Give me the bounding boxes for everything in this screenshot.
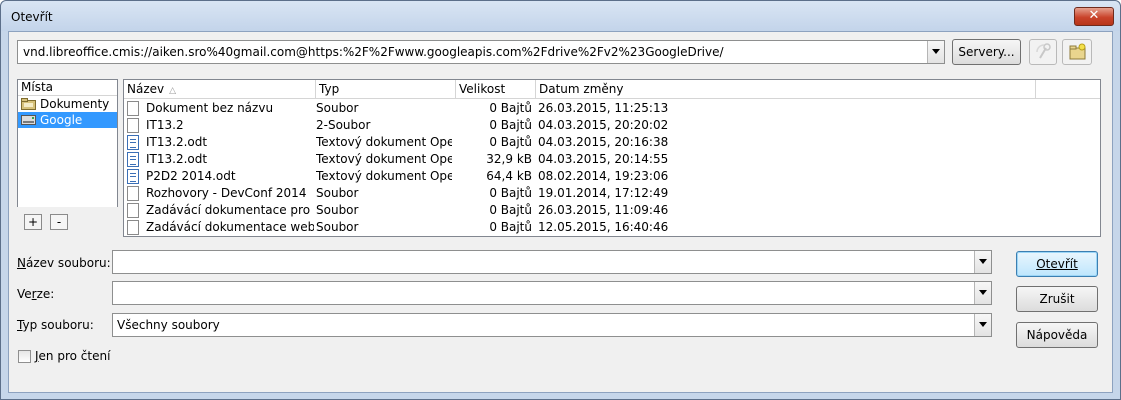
file-type: Soubor xyxy=(316,101,359,115)
location-combobox[interactable]: vnd.libreoffice.cmis://aiken.sro%40gmail… xyxy=(17,40,945,64)
version-label: Verze: xyxy=(17,287,55,301)
file-type: Soubor xyxy=(316,186,359,200)
file-size: 32,9 kB xyxy=(486,152,532,166)
version-dropdown-arrow-icon[interactable] xyxy=(974,282,991,304)
connect-to-server-icon xyxy=(1036,43,1051,59)
file-modified: 04.03.2015, 20:20:02 xyxy=(538,118,669,132)
file-list-header: Název △ Typ Velikost Datum změny xyxy=(124,80,1100,99)
cancel-button[interactable]: Zrušit xyxy=(1016,286,1098,312)
file-row[interactable]: Rozhovory - DevConf 2014 Soubor 0 Bajtů 19.… xyxy=(124,185,1100,202)
file-type: Textový dokument Open xyxy=(316,169,452,183)
file-row[interactable]: P2D2 2014.odt Textový dokument Open 64,4 k… xyxy=(124,168,1100,185)
filetype-value: Všechny soubory xyxy=(117,318,220,332)
column-header-type[interactable]: Typ xyxy=(316,80,456,99)
column-header-size[interactable]: Velikost xyxy=(456,80,536,99)
file-type: Textový dokument Open xyxy=(316,135,452,149)
file-name: Zadávácí dokumentace pro W xyxy=(146,203,314,217)
places-toolbar: + - xyxy=(17,207,118,237)
file-modified: 08.02.2014, 19:23:06 xyxy=(538,169,669,183)
help-button-label: Nápověda xyxy=(1026,328,1088,342)
filename-label: Název souboru: xyxy=(17,256,111,270)
file-size: 0 Bajtů xyxy=(489,101,532,115)
file-modified: 26.03.2015, 11:25:13 xyxy=(538,101,669,115)
file-row[interactable]: IT13.2.odt Textový dokument Open 32,9 kB 04… xyxy=(124,151,1100,168)
filename-dropdown-arrow-icon[interactable] xyxy=(974,251,991,273)
file-modified: 12.05.2015, 16:40:46 xyxy=(538,220,669,234)
file-modified: 04.03.2015, 20:14:55 xyxy=(538,152,669,166)
file-icon xyxy=(127,203,139,218)
file-modified: 19.01.2014, 17:12:49 xyxy=(538,186,669,200)
servers-button-label: Servery... xyxy=(958,45,1015,59)
file-row[interactable]: IT13.2.odt Textový dokument Open 0 Bajtů 04… xyxy=(124,134,1100,151)
filetype-label: Typ souboru: xyxy=(17,318,94,332)
filename-combobox[interactable] xyxy=(112,250,992,274)
file-icon xyxy=(127,118,139,133)
readonly-label[interactable]: Jen pro čtení xyxy=(35,349,110,363)
remove-place-button[interactable]: - xyxy=(50,214,68,230)
file-name: Dokument bez názvu xyxy=(146,101,274,115)
new-folder-button[interactable] xyxy=(1062,39,1092,65)
help-button[interactable]: Nápověda xyxy=(1016,322,1098,348)
file-type: Soubor xyxy=(316,203,359,217)
cancel-button-label: Zrušit xyxy=(1039,292,1075,306)
file-row[interactable]: Dokument bez názvu Soubor 0 Bajtů 26.03.201… xyxy=(124,100,1100,117)
file-size: 0 Bajtů xyxy=(489,220,532,234)
file-name: Rozhovory - DevConf 2014 xyxy=(146,186,307,200)
file-name: P2D2 2014.odt xyxy=(146,169,236,183)
version-combobox[interactable] xyxy=(112,281,992,305)
readonly-checkbox[interactable] xyxy=(18,350,31,363)
file-icon xyxy=(127,101,139,116)
file-type: Textový dokument Open xyxy=(316,152,452,166)
file-modified: 26.03.2015, 11:09:46 xyxy=(538,203,669,217)
dialog-body: vnd.libreoffice.cmis://aiken.sro%40gmail… xyxy=(8,31,1113,393)
file-name: Zadávácí dokumentace web xyxy=(146,220,314,234)
place-item-dokumenty[interactable]: Dokumenty xyxy=(18,96,117,112)
column-header-name[interactable]: Název △ xyxy=(124,80,316,99)
places-header: Místa xyxy=(18,80,117,96)
file-size: 0 Bajtů xyxy=(489,135,532,149)
file-type: Soubor xyxy=(316,220,359,234)
place-label: Dokumenty xyxy=(40,97,110,111)
file-list: Název △ Typ Velikost Datum změny Dokument… xyxy=(123,79,1101,237)
add-place-button[interactable]: + xyxy=(24,214,42,230)
file-size: 0 Bajtů xyxy=(489,186,532,200)
file-size: 0 Bajtů xyxy=(489,118,532,132)
sort-ascending-icon: △ xyxy=(169,86,177,96)
servers-button[interactable]: Servery... xyxy=(952,39,1021,65)
title-bar[interactable]: Otevřít ✕ xyxy=(1,1,1120,31)
file-icon xyxy=(127,186,139,201)
folder-icon xyxy=(21,98,36,110)
file-name: IT13.2.odt xyxy=(146,152,208,166)
close-button[interactable]: ✕ xyxy=(1074,7,1114,26)
document-icon xyxy=(127,152,139,167)
new-folder-icon xyxy=(1069,43,1086,60)
file-name: IT13.2 xyxy=(146,118,184,132)
file-size: 0 Bajtů xyxy=(489,203,532,217)
column-header-modified[interactable]: Datum změny xyxy=(536,80,1036,99)
filetype-dropdown-arrow-icon[interactable] xyxy=(974,314,991,336)
file-size: 64,4 kB xyxy=(486,169,532,183)
file-row[interactable]: IT13.2 2-Soubor 0 Bajtů 04.03.2015, 20:20:0… xyxy=(124,117,1100,134)
file-modified: 04.03.2015, 20:16:38 xyxy=(538,135,669,149)
file-row[interactable]: Zadávácí dokumentace web Soubor 0 Bajtů 12.… xyxy=(124,219,1100,236)
open-button-label: Otevřít xyxy=(1036,257,1078,271)
file-icon xyxy=(127,220,139,235)
document-icon xyxy=(127,135,139,150)
connect-server-button[interactable] xyxy=(1029,39,1057,65)
file-row[interactable]: Zadávácí dokumentace pro W Soubor 0 Bajtů 2… xyxy=(124,202,1100,219)
column-name-label: Název xyxy=(127,82,165,96)
filetype-combobox[interactable]: Všechny soubory xyxy=(112,313,992,337)
location-url[interactable]: vnd.libreoffice.cmis://aiken.sro%40gmail… xyxy=(23,45,724,59)
file-name: IT13.2.odt xyxy=(146,135,208,149)
drive-icon xyxy=(21,115,36,125)
open-button[interactable]: Otevřít xyxy=(1016,251,1098,277)
location-dropdown-arrow-icon[interactable] xyxy=(927,41,944,63)
document-icon xyxy=(127,169,139,184)
window-title: Otevřít xyxy=(11,10,53,24)
file-type: 2-Soubor xyxy=(316,118,371,132)
open-dialog: Otevřít ✕ vnd.libreoffice.cmis://aiken.s… xyxy=(0,0,1121,400)
place-label: Google xyxy=(40,113,83,127)
place-item-google[interactable]: Google xyxy=(18,112,117,128)
